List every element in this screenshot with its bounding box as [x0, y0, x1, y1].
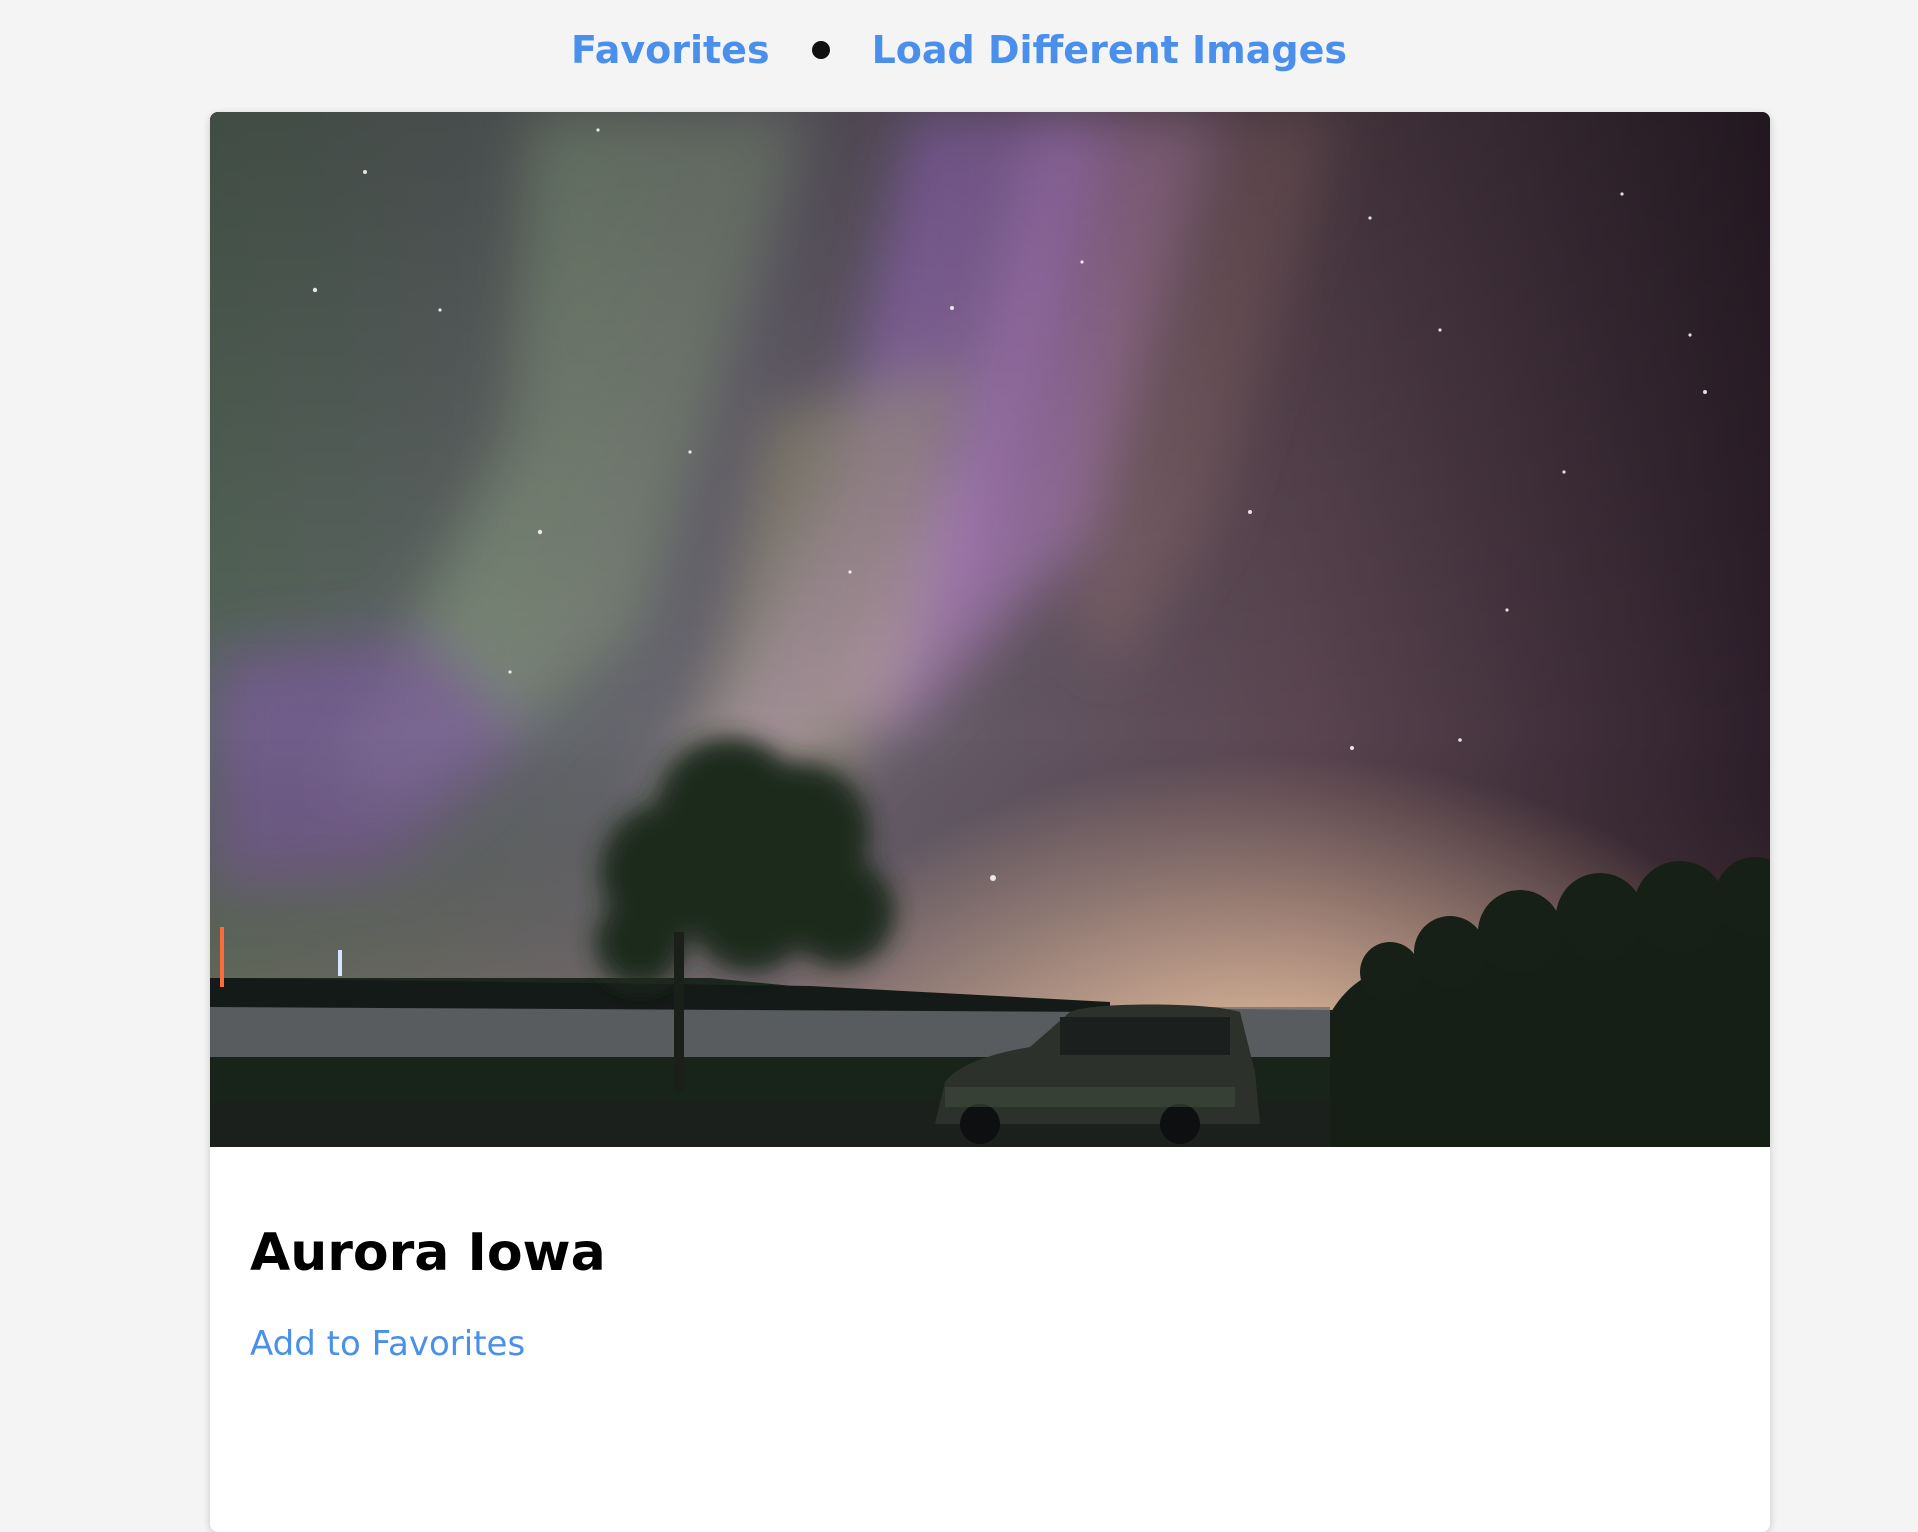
favorites-link[interactable]: Favorites — [571, 28, 770, 72]
aurora-photo-graphic — [210, 112, 1770, 1147]
image-description — [250, 1408, 1730, 1518]
image-card: Aurora Iowa Add to Favorites — [210, 112, 1770, 1532]
image-title: Aurora Iowa — [250, 1223, 606, 1283]
card-body: Aurora Iowa Add to Favorites — [210, 1223, 1770, 1518]
add-to-favorites-link[interactable]: Add to Favorites — [250, 1324, 525, 1364]
top-navigation: Favorites Load Different Images — [0, 0, 1918, 100]
aurora-photo — [210, 112, 1770, 1147]
load-different-images-link[interactable]: Load Different Images — [872, 28, 1347, 72]
nav-separator-dot — [811, 41, 830, 59]
